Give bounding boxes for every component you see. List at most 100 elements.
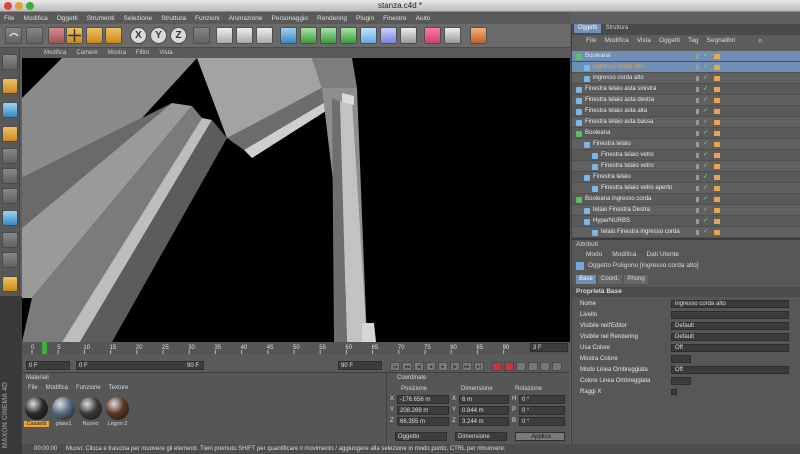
viewport-menu-mostra[interactable]: Mostra (108, 50, 126, 56)
scene-icon[interactable] (380, 27, 397, 44)
attribute-value[interactable]: Default (671, 322, 789, 330)
visibility-dots-icon[interactable] (696, 153, 699, 158)
use-edges-mode-icon[interactable] (2, 168, 18, 184)
tag-icon[interactable] (714, 219, 720, 224)
apply-button[interactable]: Applica (515, 432, 565, 441)
tag-icon[interactable] (714, 164, 720, 169)
size-field[interactable]: 6 m (459, 395, 509, 404)
live-selection-icon[interactable] (48, 27, 65, 44)
enabled-check-icon[interactable]: ✓ (703, 84, 708, 95)
z-axis-lock-button[interactable]: Z (170, 27, 187, 44)
next-key-button[interactable]: ▸▸ (462, 362, 472, 371)
x-axis-lock-button[interactable]: X (130, 27, 147, 44)
tag-icon[interactable] (714, 175, 720, 180)
material-item[interactable]: Nuovo (78, 397, 103, 429)
tag-icon[interactable] (714, 197, 720, 202)
objects-menu-file[interactable]: File (586, 37, 596, 44)
object-row[interactable]: ingresso corda alto ✓ (572, 73, 800, 84)
visibility-dots-icon[interactable] (696, 76, 699, 81)
enabled-check-icon[interactable]: ✓ (703, 73, 708, 84)
redo-button[interactable] (26, 27, 43, 44)
visibility-dots-icon[interactable] (696, 230, 699, 235)
zoom-window-button[interactable] (26, 2, 34, 10)
xray-checkbox[interactable] (671, 389, 677, 395)
keyframe-position-button[interactable] (528, 362, 538, 371)
enabled-check-icon[interactable]: ✓ (703, 194, 708, 205)
material-item[interactable]: Cassetti (24, 397, 49, 429)
prev-frame-button[interactable]: ◂| (414, 362, 424, 371)
tab-phong[interactable]: Phong (624, 275, 648, 284)
menu-file[interactable]: File (4, 15, 14, 22)
undo-button[interactable] (5, 27, 22, 44)
visibility-dots-icon[interactable] (696, 87, 699, 92)
enabled-check-icon[interactable]: ✓ (703, 161, 708, 172)
camera-icon[interactable] (424, 27, 441, 44)
use-points-mode-icon[interactable] (2, 148, 18, 164)
object-row[interactable]: Finestra telaio asta sinistra ✓ (572, 84, 800, 95)
scale-tool-icon[interactable] (86, 27, 103, 44)
enabled-check-icon[interactable]: ✓ (703, 62, 708, 73)
tag-icon[interactable] (714, 65, 720, 70)
render-picture-viewer-icon[interactable] (236, 27, 253, 44)
rotation-field[interactable]: 0 ° (519, 395, 565, 404)
size-field[interactable]: 0.844 m (459, 406, 509, 415)
objects-menu-tag[interactable]: Tag (688, 37, 698, 44)
enabled-check-icon[interactable]: ✓ (703, 216, 708, 227)
timeline-ruler[interactable]: 0 5 10 15 20 25 30 35 40 45 50 55 60 65 70 75 80 85 90 3 F (22, 342, 570, 354)
tag-icon[interactable] (714, 87, 720, 92)
nurbs-icon[interactable] (320, 27, 337, 44)
menu-selezione[interactable]: Selezione (124, 15, 153, 22)
viewport-menu-vista[interactable]: Vista (159, 50, 172, 56)
use-object-mode-icon[interactable] (2, 78, 18, 94)
object-row[interactable]: ingresso corda alto ✓ (572, 62, 800, 73)
menu-modifica[interactable]: Modifica (23, 15, 47, 22)
material-item[interactable]: glass1 (51, 397, 76, 429)
object-row[interactable]: Finestra telaio asta alta ✓ (572, 106, 800, 117)
deformer-icon[interactable] (360, 27, 377, 44)
use-polygons-mode-icon[interactable] (2, 188, 18, 204)
close-window-button[interactable] (4, 2, 12, 10)
rotation-field[interactable]: 0 ° (519, 417, 565, 426)
coordinate-mode-select[interactable]: Oggetto (395, 432, 447, 441)
menu-animazione[interactable]: Animazione (229, 15, 263, 22)
play-button[interactable]: ▸ (438, 362, 448, 371)
enabled-check-icon[interactable]: ✓ (703, 51, 708, 62)
tag-icon[interactable] (714, 54, 720, 59)
materials-menu-texture[interactable]: Texture (109, 385, 129, 391)
object-row[interactable]: Booleana ✓ (572, 128, 800, 139)
menu-rendering[interactable]: Rendering (317, 15, 347, 22)
menu-finestre[interactable]: Finestre (383, 15, 406, 22)
key-selection-button[interactable] (516, 362, 526, 371)
enabled-check-icon[interactable]: ✓ (703, 172, 708, 183)
snapping-icon[interactable] (2, 252, 18, 268)
attributes-menu-dati-utente[interactable]: Dati Utente (646, 251, 679, 258)
tab-struttura[interactable]: Struttura (602, 24, 632, 33)
tag-icon[interactable] (714, 98, 720, 103)
attributes-menu-modo[interactable]: Modo (586, 251, 602, 258)
visibility-dots-icon[interactable] (696, 219, 699, 224)
tab-coord[interactable]: Coord. (598, 275, 622, 284)
objects-menu-oggetti[interactable]: Oggetti (659, 37, 680, 44)
object-row[interactable]: telaio Finestra Destra ✓ (572, 205, 800, 216)
object-row[interactable]: Finestra telaio vetro aperto ✓ (572, 183, 800, 194)
next-frame-button[interactable]: |▸ (450, 362, 460, 371)
visibility-dots-icon[interactable] (696, 120, 699, 125)
render-settings-icon[interactable] (256, 27, 273, 44)
attribute-value[interactable]: ingresso corda alto (671, 300, 789, 308)
enabled-check-icon[interactable]: ✓ (703, 183, 708, 194)
visibility-dots-icon[interactable] (696, 109, 699, 114)
viewport-menu-camere[interactable]: Camere (76, 50, 97, 56)
attribute-value[interactable]: Off (671, 344, 789, 352)
tag-icon[interactable] (714, 109, 720, 114)
enabled-check-icon[interactable]: ✓ (703, 139, 708, 150)
go-to-end-button[interactable]: ▸| (474, 362, 484, 371)
cube-icon[interactable] (280, 27, 297, 44)
render-active-icon[interactable] (470, 27, 487, 44)
tag-icon[interactable] (714, 153, 720, 158)
array-icon[interactable] (340, 27, 357, 44)
position-field[interactable]: 66.355 m (397, 417, 449, 426)
use-axis-mode-icon[interactable] (2, 126, 18, 142)
attributes-menu-modifica[interactable]: Modifica (612, 251, 636, 258)
enabled-check-icon[interactable]: ✓ (703, 117, 708, 128)
materials-menu-modifica[interactable]: Modifica (46, 385, 68, 391)
